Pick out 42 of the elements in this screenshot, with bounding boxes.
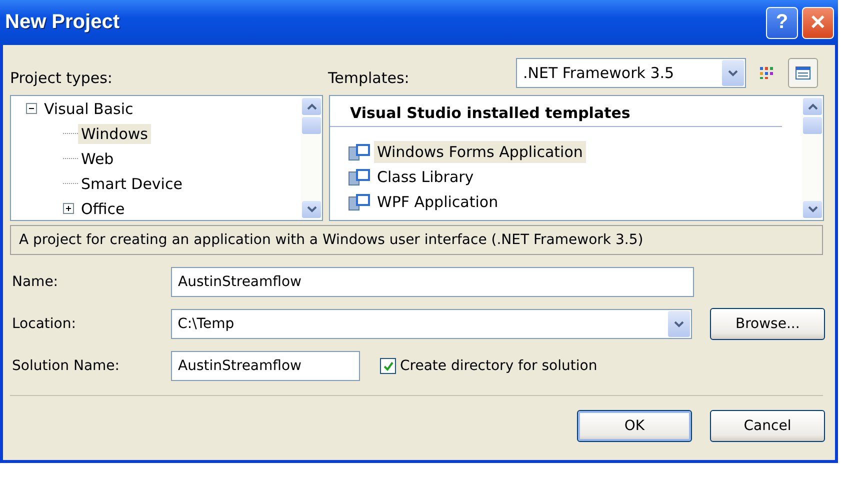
checkbox[interactable] xyxy=(380,358,396,374)
framework-dropdown[interactable]: .NET Framework 3.5 xyxy=(516,58,746,88)
field-label: Solution Name: xyxy=(11,358,121,374)
tree-item[interactable]: Windows xyxy=(78,124,151,144)
scrollbar[interactable] xyxy=(301,96,322,220)
template-item[interactable]: WPF Application xyxy=(374,190,502,212)
tree-item[interactable]: Office xyxy=(78,198,128,218)
field-label: Location: xyxy=(11,316,77,332)
description-text: A project for creating an application with a Windows user interface (.NET Framework 3.5) xyxy=(10,225,823,255)
scroll-up-icon[interactable] xyxy=(808,103,818,110)
ok-button[interactable]: OK xyxy=(577,410,692,442)
location-combo[interactable]: C:\Temp xyxy=(170,309,692,339)
tree-item[interactable]: Visual Basic xyxy=(41,98,136,118)
list-view-icon xyxy=(795,66,811,80)
tree-item[interactable]: Smart Device xyxy=(78,174,186,194)
checkbox-label: Create directory for solution xyxy=(400,358,598,374)
help-button[interactable]: ? xyxy=(766,6,798,38)
group-header: Visual Studio installed templates xyxy=(330,96,782,127)
cancel-button[interactable]: Cancel xyxy=(710,410,825,442)
small-icons-button[interactable] xyxy=(788,58,818,88)
scroll-down-icon[interactable] xyxy=(808,206,818,213)
window-title: New Project xyxy=(5,11,120,34)
expand-icon[interactable] xyxy=(63,203,74,214)
scroll-thumb[interactable] xyxy=(803,117,822,134)
scroll-up-icon[interactable] xyxy=(306,103,316,110)
project-template-icon xyxy=(348,166,372,186)
input-field[interactable]: AustinStreamflow xyxy=(171,351,360,381)
collapse-icon[interactable] xyxy=(26,103,37,114)
template-item[interactable]: Class Library xyxy=(374,166,477,188)
browse-button[interactable]: Browse... xyxy=(710,308,825,340)
scroll-thumb[interactable] xyxy=(302,117,321,134)
input-field[interactable]: AustinStreamflow xyxy=(171,267,694,297)
template-item[interactable]: Windows Forms Application xyxy=(374,140,586,162)
scroll-down-icon[interactable] xyxy=(306,206,316,213)
project-template-icon xyxy=(348,142,372,162)
field-label: Name: xyxy=(11,274,60,290)
scrollbar[interactable] xyxy=(802,96,823,220)
templates-label: Templates: xyxy=(328,68,410,87)
project-template-icon xyxy=(348,192,372,212)
large-icons-view-icon xyxy=(759,66,775,80)
tree-item[interactable]: Web xyxy=(78,148,117,168)
project-types-label: Project types: xyxy=(10,68,114,87)
